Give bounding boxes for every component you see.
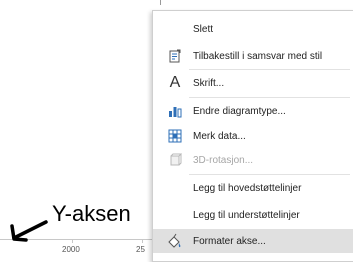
chart-top-tick xyxy=(160,0,161,5)
menu-item-reset-style[interactable]: Tilbakestill i samsvar med stil xyxy=(153,44,353,68)
reset-style-icon xyxy=(167,48,183,64)
menu-item-add-minor-gridlines[interactable]: Legg til understøttelinjer xyxy=(153,203,353,227)
x-tick-mark xyxy=(72,239,73,243)
x-tick-mark xyxy=(142,239,143,243)
menu-item-label: Merk data... xyxy=(193,130,246,142)
select-data-icon xyxy=(167,128,183,144)
menu-item-label: Formater akse... xyxy=(193,235,266,247)
menu-item-label: 3D-rotasjon... xyxy=(193,154,254,166)
menu-item-label: Tilbakestill i samsvar med stil xyxy=(193,50,323,62)
menu-item-change-chart-type[interactable]: Endre diagramtype... xyxy=(153,99,353,123)
menu-item-3d-rotation[interactable]: 3D-rotasjon... xyxy=(153,148,353,172)
menu-item-label: Legg til hovedstøttelinjer xyxy=(193,182,302,194)
x-tick-label: 25 xyxy=(136,245,145,254)
menu-item-label: Skrift... xyxy=(193,77,225,89)
menu-item-label: Legg til understøttelinjer xyxy=(193,209,300,221)
3d-rotation-icon xyxy=(167,152,183,168)
menu-item-label: Slett xyxy=(193,23,214,35)
menu-item-select-data[interactable]: Merk data... xyxy=(153,124,353,148)
annotation-label: Y-aksen xyxy=(52,201,131,226)
menu-item-label: Endre diagramtype... xyxy=(193,105,286,117)
menu-item-font[interactable]: A Skrift... xyxy=(153,71,353,95)
annotation-arrow-icon xyxy=(10,220,48,242)
context-menu: Slett Tilbakestill i samsvar med stil A … xyxy=(152,10,353,262)
menu-separator xyxy=(189,97,350,98)
menu-separator xyxy=(189,69,350,70)
x-tick-label: 2000 xyxy=(62,245,80,254)
menu-item-format-axis[interactable]: Formater akse... xyxy=(153,229,353,253)
format-axis-icon xyxy=(167,233,183,249)
menu-item-delete[interactable]: Slett xyxy=(153,17,353,41)
menu-separator xyxy=(189,174,350,175)
font-icon: A xyxy=(169,74,181,91)
menu-item-add-major-gridlines[interactable]: Legg til hovedstøttelinjer xyxy=(153,176,353,200)
chart-type-icon xyxy=(167,103,183,119)
